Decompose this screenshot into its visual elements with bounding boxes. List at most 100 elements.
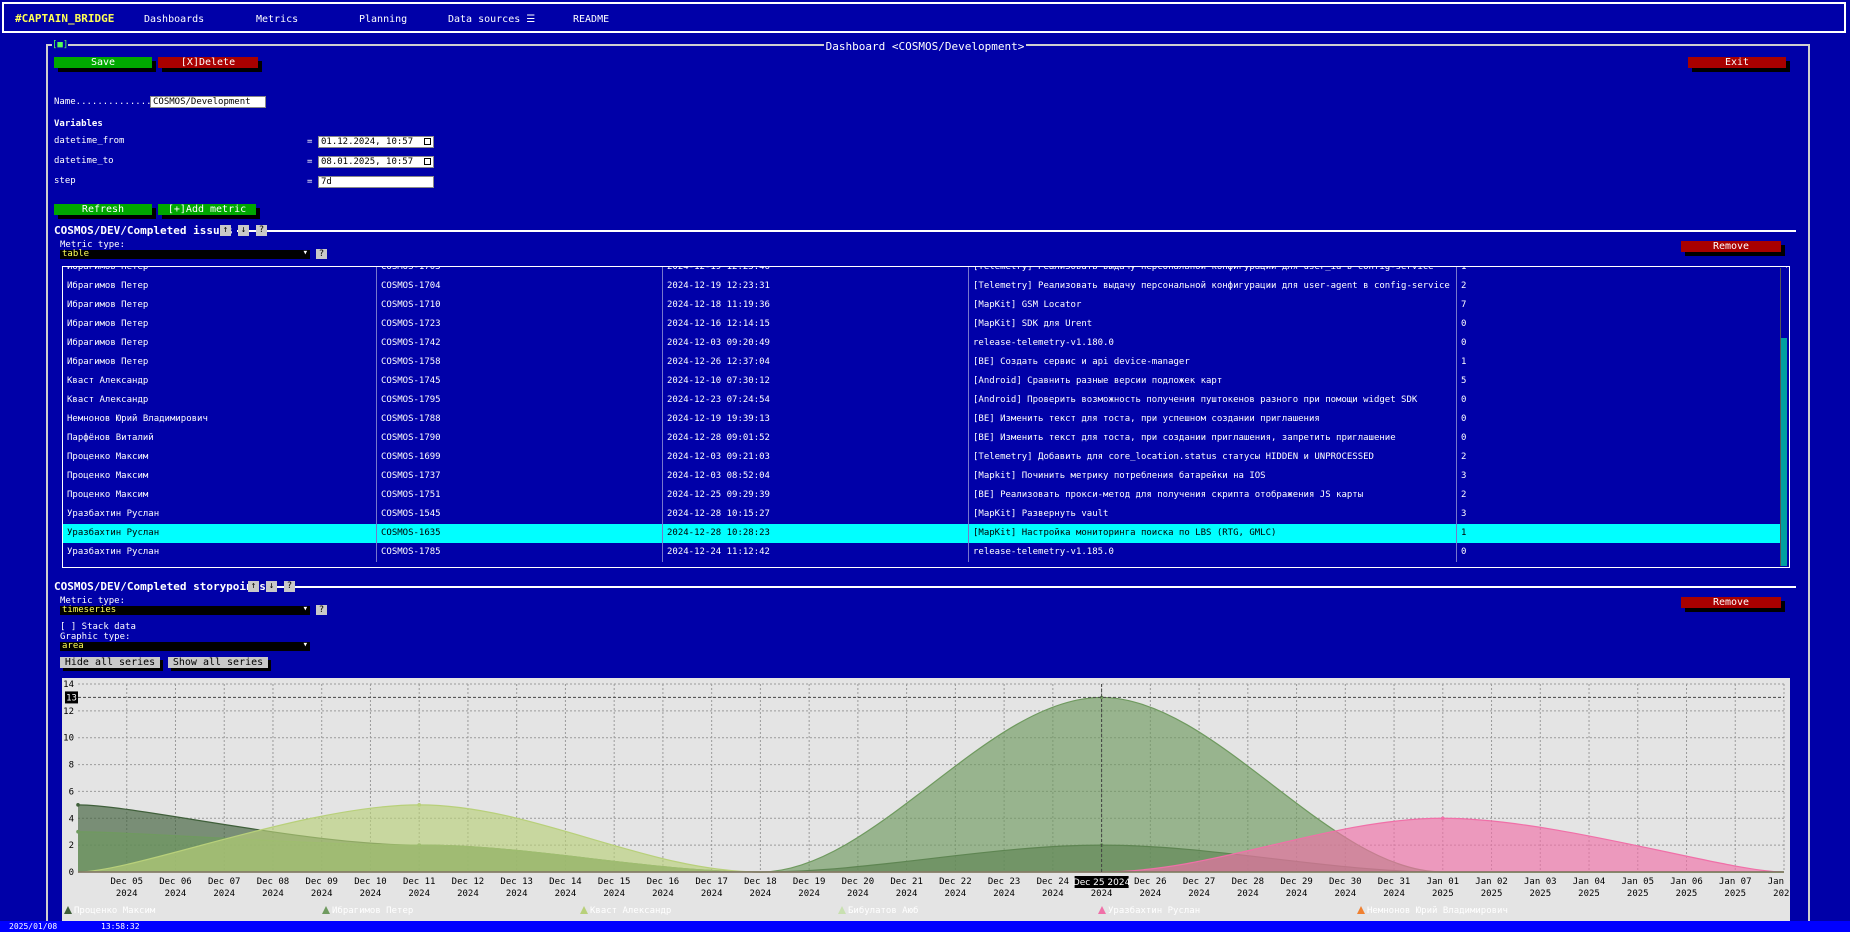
table-row[interactable]: Немнонов Юрий Владимирович COSMOS-1788 202… bbox=[63, 410, 1787, 429]
x-tick-label: Jan 03 bbox=[1524, 877, 1557, 887]
nav-planning[interactable]: Planning bbox=[359, 14, 407, 25]
add-metric-button[interactable]: [+]Add metric bbox=[158, 204, 256, 215]
x-tick-year: 2024 bbox=[603, 889, 625, 899]
graphic-type-select[interactable]: area ▾ bbox=[60, 641, 310, 651]
save-button[interactable]: Save bbox=[54, 57, 152, 68]
move-up-button[interactable]: ↑ bbox=[220, 225, 231, 236]
delete-button[interactable]: [X]Delete bbox=[158, 57, 258, 68]
summary-cell: [BE] Изменить текст для тоста, при успеш… bbox=[969, 410, 1457, 429]
remove-metric-button[interactable]: Remove bbox=[1681, 597, 1781, 608]
x-tick-label: Jan 06 bbox=[1670, 877, 1703, 887]
metric-type-select[interactable]: table ▾ bbox=[60, 249, 310, 259]
help-button[interactable]: ? bbox=[284, 581, 295, 592]
x-tick-year: 2024 bbox=[457, 889, 479, 899]
summary-cell: release-telemetry-v1.185.0 bbox=[969, 543, 1457, 562]
assignee-cell: Уразбахтин Руслан bbox=[63, 505, 377, 524]
x-tick-year: 2024 bbox=[360, 889, 382, 899]
nav-readme[interactable]: README bbox=[573, 14, 609, 25]
x-tick-label: Dec 13 bbox=[500, 877, 533, 887]
help-button[interactable]: ? bbox=[316, 605, 327, 615]
x-tick-year: 2025 bbox=[1432, 889, 1454, 899]
nav-data-sources[interactable]: Data sources ☰ bbox=[448, 14, 535, 25]
issue-key-cell: COSMOS-1703 bbox=[377, 267, 663, 277]
issue-key-cell: COSMOS-1785 bbox=[377, 543, 663, 562]
table-row[interactable]: Уразбахтин Руслан COSMOS-1545 2024-12-28 1… bbox=[63, 505, 1787, 524]
help-button[interactable]: ? bbox=[256, 225, 267, 236]
nav-dashboards[interactable]: Dashboards bbox=[144, 14, 204, 25]
summary-cell: [BE] Создать сервис и api device-manager bbox=[969, 353, 1457, 372]
issue-key-cell: COSMOS-1699 bbox=[377, 448, 663, 467]
hide-all-series-button[interactable]: Hide all series bbox=[60, 657, 160, 668]
y-tick-label: 4 bbox=[69, 814, 74, 824]
calendar-icon[interactable] bbox=[424, 138, 431, 145]
table-row[interactable]: Ибрагимов Петер COSMOS-1758 2024-12-26 12:… bbox=[63, 353, 1787, 372]
calendar-icon[interactable] bbox=[424, 158, 431, 165]
legend-item[interactable]: Немнонов Юрий Владимирович bbox=[1357, 906, 1508, 916]
legend-item[interactable]: Бибулатов Аюб bbox=[838, 906, 918, 916]
table-row[interactable]: Парфёнов Виталий COSMOS-1790 2024-12-28 09… bbox=[63, 429, 1787, 448]
stack-data-checkbox[interactable]: [ ] Stack data bbox=[60, 622, 136, 632]
table-row[interactable]: Проценко Максим COSMOS-1751 2024-12-25 09:… bbox=[63, 486, 1787, 505]
var-datetime-to-label: datetime_to bbox=[54, 156, 114, 166]
scrollbar-thumb[interactable] bbox=[1781, 338, 1787, 566]
storypoints-cell: 1 bbox=[1457, 353, 1787, 372]
storypoints-cell: 7 bbox=[1457, 296, 1787, 315]
assignee-cell: Кваст Александр bbox=[63, 372, 377, 391]
storypoints-cell: 3 bbox=[1457, 467, 1787, 486]
var-equals: = bbox=[307, 177, 313, 187]
datetime-from-input[interactable]: 01.12.2024, 10:57 bbox=[318, 136, 434, 148]
x-tick-year: 2025 bbox=[1481, 889, 1503, 899]
x-tick-year: 2024 bbox=[945, 889, 967, 899]
status-date: 2025/01/08 bbox=[9, 922, 58, 931]
table-row[interactable]: Кваст Александр COSMOS-1795 2024-12-23 07:… bbox=[63, 391, 1787, 410]
table-row[interactable]: Уразбахтин Руслан COSMOS-1785 2024-12-24 1… bbox=[63, 543, 1787, 562]
x-tick-label: Dec 28 bbox=[1232, 877, 1265, 887]
legend-item[interactable]: Кваст Александр bbox=[580, 906, 671, 916]
name-input[interactable]: COSMOS/Development bbox=[150, 96, 266, 108]
remove-metric-button[interactable]: Remove bbox=[1681, 241, 1781, 252]
x-tick-label: Dec 24 bbox=[1037, 877, 1070, 887]
move-down-button[interactable]: ↓ bbox=[266, 581, 277, 592]
legend-item[interactable]: Ибрагимов Петер bbox=[322, 906, 413, 916]
help-button[interactable]: ? bbox=[316, 249, 327, 259]
nav-metrics[interactable]: Metrics bbox=[256, 14, 298, 25]
table-row[interactable]: Проценко Максим COSMOS-1699 2024-12-03 09:… bbox=[63, 448, 1787, 467]
move-up-button[interactable]: ↑ bbox=[248, 581, 259, 592]
exit-button[interactable]: Exit bbox=[1688, 57, 1786, 68]
table-scrollbar[interactable] bbox=[1780, 268, 1787, 566]
x-tick-label: Dec 11 bbox=[403, 877, 436, 887]
table-row[interactable]: Ибрагимов Петер COSMOS-1710 2024-12-18 11:… bbox=[63, 296, 1787, 315]
table-row[interactable]: Ибрагимов Петер COSMOS-1703 2024-12-19 12:… bbox=[63, 267, 1787, 277]
show-all-series-button[interactable]: Show all series bbox=[168, 657, 268, 668]
var-datetime-from-label: datetime_from bbox=[54, 136, 125, 146]
status-bar: 2025/01/08 13:58:32 bbox=[0, 921, 1850, 932]
resolved-date-cell: 2024-12-23 07:24:54 bbox=[663, 391, 969, 410]
storypoints-cell: 0 bbox=[1457, 410, 1787, 429]
x-tick-label: Dec 05 bbox=[110, 877, 143, 887]
table-row[interactable]: Ибрагимов Петер COSMOS-1704 2024-12-19 12:… bbox=[63, 277, 1787, 296]
datetime-to-input[interactable]: 08.01.2025, 10:57 bbox=[318, 156, 434, 168]
x-tick-year: 2025 bbox=[1724, 889, 1746, 899]
table-row[interactable]: Кваст Александр COSMOS-1745 2024-12-10 07:… bbox=[63, 372, 1787, 391]
move-down-button[interactable]: ↓ bbox=[238, 225, 249, 236]
assignee-cell: Уразбахтин Руслан bbox=[63, 524, 377, 543]
legend-item[interactable]: Уразбахтин Руслан bbox=[1098, 906, 1200, 916]
metric-type-select[interactable]: timeseries ▾ bbox=[60, 605, 310, 615]
step-input[interactable]: 7d bbox=[318, 176, 434, 188]
storypoints-chart[interactable]: 0 2 4 6 8 10 12 14 Dec 05 2024 Dec 06 2024 Dec 07 202… bbox=[62, 678, 1800, 922]
legend-item[interactable]: Проценко Максим bbox=[64, 906, 155, 916]
table-row[interactable]: Проценко Максим COSMOS-1737 2024-12-03 08:… bbox=[63, 467, 1787, 486]
table-row[interactable]: Ибрагимов Петер COSMOS-1723 2024-12-16 12:… bbox=[63, 315, 1787, 334]
table-row[interactable]: Ибрагимов Петер COSMOS-1742 2024-12-03 09:… bbox=[63, 334, 1787, 353]
x-tick-year: 2024 bbox=[1042, 889, 1064, 899]
summary-cell: [BE] Изменить текст для тоста, при созда… bbox=[969, 429, 1457, 448]
app-brand[interactable]: #CAPTAIN_BRIDGE bbox=[15, 12, 114, 25]
assignee-cell: Парфёнов Виталий bbox=[63, 429, 377, 448]
x-tick-label: Dec 20 bbox=[842, 877, 875, 887]
table-row[interactable]: Уразбахтин Руслан COSMOS-1635 2024-12-28 1… bbox=[63, 524, 1787, 543]
x-tick-label: Dec 21 bbox=[890, 877, 923, 887]
window-corner-icon[interactable]: [■] bbox=[52, 40, 69, 50]
issue-key-cell: COSMOS-1635 bbox=[377, 524, 663, 543]
resolved-date-cell: 2024-12-28 10:15:27 bbox=[663, 505, 969, 524]
refresh-button[interactable]: Refresh bbox=[54, 204, 152, 215]
